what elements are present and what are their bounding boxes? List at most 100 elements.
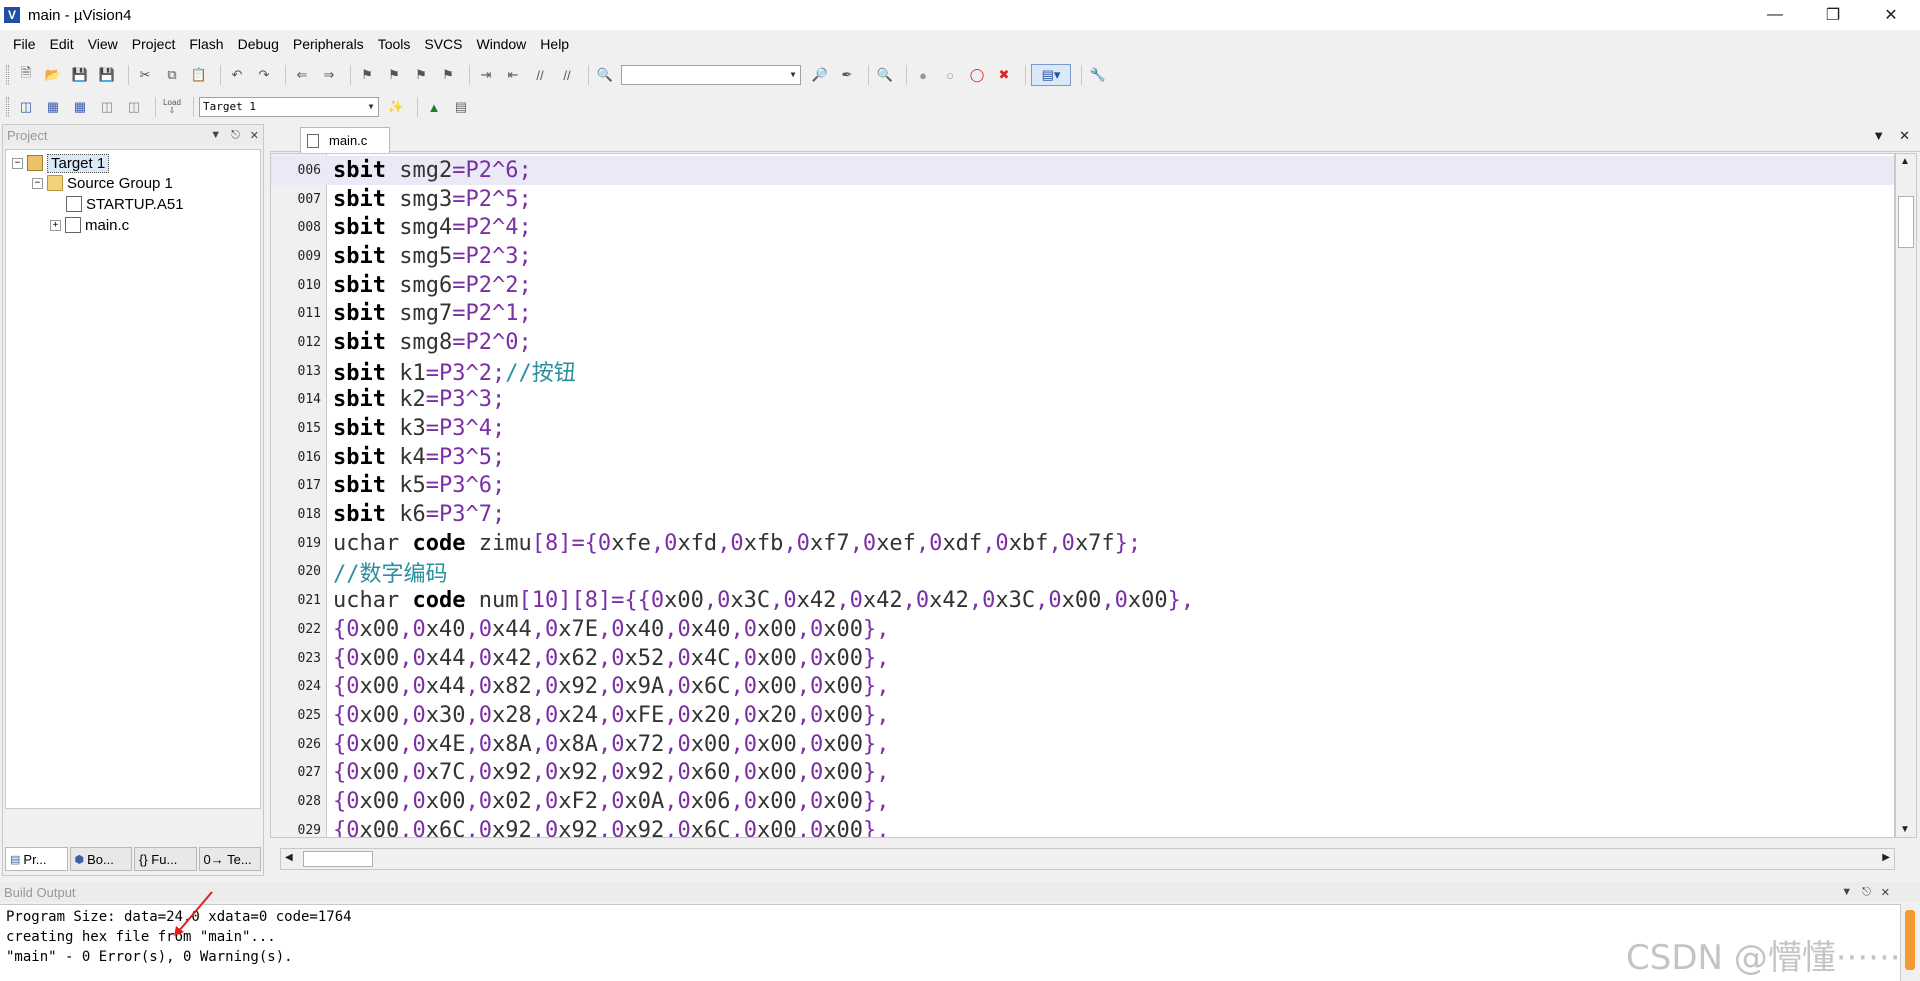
navigate-back-icon[interactable]: ⇐ [291, 64, 313, 86]
menu-flash[interactable]: Flash [182, 36, 230, 52]
build-output-scrollbar[interactable] [1900, 904, 1920, 981]
code-line[interactable]: 008 sbit smg4=P2^4; [271, 213, 1894, 242]
target-options-icon[interactable]: ✨ [385, 96, 407, 118]
scroll-thumb[interactable] [1898, 196, 1914, 248]
tab-templates[interactable]: 0→ Te... [198, 847, 261, 871]
tab-functions[interactable]: {} Fu... [134, 847, 197, 871]
target-select[interactable]: Target 1 ▼ [199, 97, 379, 117]
code-line[interactable]: 013 sbit k1=P3^2;//按钮 [271, 357, 1894, 386]
menu-tools[interactable]: Tools [371, 36, 418, 52]
tree-item-file[interactable]: STARTUP.A51 [66, 193, 184, 215]
bookmark-next-icon[interactable]: ⚑ [410, 64, 432, 86]
navigate-forward-icon[interactable]: ⇒ [318, 64, 340, 86]
save-icon[interactable]: 💾 [69, 64, 91, 86]
chevron-down-icon[interactable]: ▼ [364, 98, 378, 116]
collapse-icon[interactable]: − [12, 157, 23, 169]
close-icon[interactable]: ✕ [1881, 886, 1890, 899]
undo-icon[interactable]: ↶ [226, 64, 248, 86]
manage-components-icon[interactable]: ▲ [423, 96, 445, 118]
code-editor[interactable]: 006 sbit smg2=P2^6; 007 sbit smg3=P2^5; 008 s… [270, 153, 1895, 838]
translate-icon[interactable]: ◫ [15, 96, 37, 118]
menu-debug[interactable]: Debug [231, 36, 286, 52]
save-all-icon[interactable]: 💾 [96, 64, 118, 86]
panel-menu-icon[interactable]: ▼ [1841, 886, 1852, 898]
open-folder-icon[interactable]: 📂 [42, 64, 64, 86]
pin-icon[interactable]: ⎋ [231, 129, 240, 142]
cut-icon[interactable]: ✂ [134, 64, 156, 86]
collapse-icon[interactable]: − [32, 177, 43, 189]
breakpoint-icon[interactable]: ● [912, 64, 934, 86]
breakpoint-disable-all-icon[interactable]: ◯ [966, 64, 988, 86]
window-layout-icon[interactable]: ▤▾ [1031, 64, 1071, 86]
code-line[interactable]: 007 sbit smg3=P2^5; [271, 185, 1894, 214]
code-line[interactable]: 027 {0x00,0x7C,0x92,0x92,0x92,0x60,0x00,0… [271, 758, 1894, 787]
expand-icon[interactable]: + [50, 219, 61, 231]
code-line[interactable]: 023 {0x00,0x44,0x42,0x62,0x52,0x4C,0x00,0… [271, 644, 1894, 673]
code-line[interactable]: 009 sbit smg5=P2^3; [271, 242, 1894, 271]
comment-icon[interactable]: // [529, 64, 551, 86]
indent-icon[interactable]: ⇥ [475, 64, 497, 86]
chevron-down-icon[interactable]: ▼ [786, 66, 800, 84]
paste-icon[interactable]: 📋 [188, 64, 210, 86]
find-in-files-icon[interactable]: 🔍 [594, 64, 616, 86]
scroll-thumb[interactable] [1905, 910, 1915, 970]
menu-file[interactable]: File [6, 36, 43, 52]
close-icon[interactable]: ✕ [250, 129, 259, 142]
code-line[interactable]: 026 {0x00,0x4E,0x8A,0x8A,0x72,0x00,0x00,0… [271, 730, 1894, 759]
pin-icon[interactable]: ⎋ [1862, 886, 1871, 899]
debug-session-icon[interactable]: 🔍 [874, 64, 896, 86]
unindent-icon[interactable]: ⇤ [502, 64, 524, 86]
menu-view[interactable]: View [81, 36, 125, 52]
restore-button[interactable]: ❐ [1804, 0, 1862, 30]
tree-item-source-group[interactable]: − Source Group 1 [32, 172, 173, 194]
copy-icon[interactable]: ⧉ [161, 64, 183, 86]
build-output[interactable]: Program Size: data=24.0 xdata=0 code=176… [0, 904, 1900, 981]
tab-list-icon[interactable]: ▼ [1872, 128, 1885, 144]
code-line[interactable]: 017 sbit k5=P3^6; [271, 472, 1894, 501]
code-line[interactable]: 016 sbit k4=P3^5; [271, 443, 1894, 472]
code-line[interactable]: 020 //数字编码 [271, 558, 1894, 587]
code-line[interactable]: 029 {0x00,0x6C,0x92,0x92,0x92,0x6C,0x00,0… [271, 816, 1894, 837]
code-line[interactable]: 018 sbit k6=P3^7; [271, 500, 1894, 529]
bookmark-prev-icon[interactable]: ⚑ [383, 64, 405, 86]
menu-peripherals[interactable]: Peripherals [286, 36, 371, 52]
editor-vertical-scrollbar[interactable]: ▲ ▼ [1895, 153, 1917, 838]
code-line[interactable]: 011 sbit smg7=P2^1; [271, 299, 1894, 328]
load-download-button[interactable]: Load ⇩ [161, 96, 183, 118]
code-line[interactable]: 014 sbit k2=P3^3; [271, 386, 1894, 415]
menu-project[interactable]: Project [125, 36, 183, 52]
menu-edit[interactable]: Edit [43, 36, 81, 52]
menu-svcs[interactable]: SVCS [417, 36, 469, 52]
find-combo[interactable]: ▼ [621, 65, 801, 85]
code-line[interactable]: 021 uchar code num[10][8]={{0x00,0x3C,0x4… [271, 586, 1894, 615]
tab-project[interactable]: ▤ Pr... [5, 847, 68, 871]
menu-window[interactable]: Window [470, 36, 534, 52]
manage-books-icon[interactable]: ▤ [450, 96, 472, 118]
rebuild-icon[interactable]: ▦ [69, 96, 91, 118]
close-tab-icon[interactable]: ✕ [1899, 128, 1910, 144]
code-line[interactable]: 015 sbit k3=P3^4; [271, 414, 1894, 443]
bookmark-clear-icon[interactable]: ⚑ [437, 64, 459, 86]
code-line[interactable]: 028 {0x00,0x00,0x02,0xF2,0x0A,0x06,0x00,0… [271, 787, 1894, 816]
stop-build-icon[interactable]: ◫ [123, 96, 145, 118]
scroll-thumb[interactable] [303, 851, 373, 867]
code-line[interactable]: 022 {0x00,0x40,0x44,0x7E,0x40,0x40,0x00,0… [271, 615, 1894, 644]
menu-help[interactable]: Help [533, 36, 576, 52]
scroll-right-icon[interactable]: ▶ [1882, 852, 1890, 863]
tab-main-c[interactable]: main.c [300, 127, 390, 153]
scroll-down-icon[interactable]: ▼ [1900, 824, 1910, 835]
scroll-left-icon[interactable]: ◀ [285, 852, 293, 863]
panel-menu-icon[interactable]: ▼ [210, 129, 221, 141]
code-line[interactable]: 025 {0x00,0x30,0x28,0x24,0xFE,0x20,0x20,0… [271, 701, 1894, 730]
batch-build-icon[interactable]: ◫ [96, 96, 118, 118]
incremental-find-icon[interactable]: ✒ [836, 64, 858, 86]
new-file-icon[interactable]: 🗎 [15, 64, 37, 86]
build-icon[interactable]: ▦ [42, 96, 64, 118]
code-line[interactable]: 010 sbit smg6=P2^2; [271, 271, 1894, 300]
breakpoint-disable-icon[interactable]: ○ [939, 64, 961, 86]
tree-item-file[interactable]: + main.c [50, 214, 129, 236]
code-line[interactable]: 006 sbit smg2=P2^6; [271, 156, 1894, 185]
close-button[interactable]: ✕ [1862, 0, 1920, 30]
code-line[interactable]: 012 sbit smg8=P2^0; [271, 328, 1894, 357]
find-icon[interactable]: 🔎 [809, 64, 831, 86]
